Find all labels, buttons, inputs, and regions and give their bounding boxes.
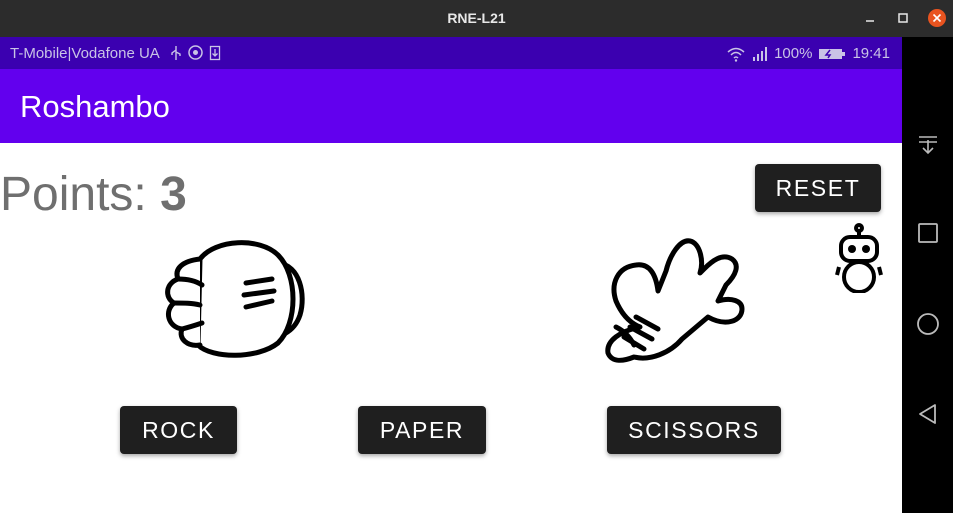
points-label: Points: xyxy=(0,168,147,221)
minimize-icon[interactable] xyxy=(862,9,880,27)
wifi-icon xyxy=(727,47,745,62)
scissors-button[interactable]: SCISSORS xyxy=(607,406,781,454)
app-title: Roshambo xyxy=(20,89,170,124)
recent-apps-icon[interactable] xyxy=(916,221,940,245)
status-icons-right: 100% 19:41 xyxy=(726,45,890,62)
status-icons-left xyxy=(170,45,221,61)
home-icon[interactable] xyxy=(916,312,940,336)
close-icon[interactable] xyxy=(928,9,946,27)
navigation-bar xyxy=(902,37,953,513)
usb-icon xyxy=(171,46,181,60)
reset-button[interactable]: RESET xyxy=(755,164,881,212)
app-bar: Roshambo xyxy=(0,69,902,143)
paper-button[interactable]: PAPER xyxy=(358,406,486,454)
battery-percent: 100% xyxy=(774,45,813,62)
signal-icon xyxy=(753,46,768,61)
game-area: Points: 3 RESET ROCK PAPER SCISSORS xyxy=(0,143,902,513)
back-icon[interactable] xyxy=(916,402,940,426)
download-icon xyxy=(209,45,221,61)
scissors-hand-icon xyxy=(605,238,745,363)
points-value: 3 xyxy=(160,168,187,221)
maximize-icon[interactable] xyxy=(894,9,912,27)
carrier-label: T-Mobile|Vodafone UA xyxy=(10,45,160,62)
rock-fist-icon xyxy=(165,240,305,358)
battery-icon xyxy=(819,48,846,59)
chrome-icon xyxy=(188,45,203,60)
robot-icon xyxy=(835,223,883,293)
points-display: Points: 3 xyxy=(0,167,187,222)
window-title: RNE-L21 xyxy=(447,10,506,26)
rock-button[interactable]: ROCK xyxy=(120,406,237,454)
window-title-bar: RNE-L21 xyxy=(0,0,953,37)
status-time: 19:41 xyxy=(852,45,890,62)
status-bar: T-Mobile|Vodafone UA 100% 19:41 xyxy=(0,37,902,69)
notifications-pull-icon[interactable] xyxy=(916,132,940,156)
